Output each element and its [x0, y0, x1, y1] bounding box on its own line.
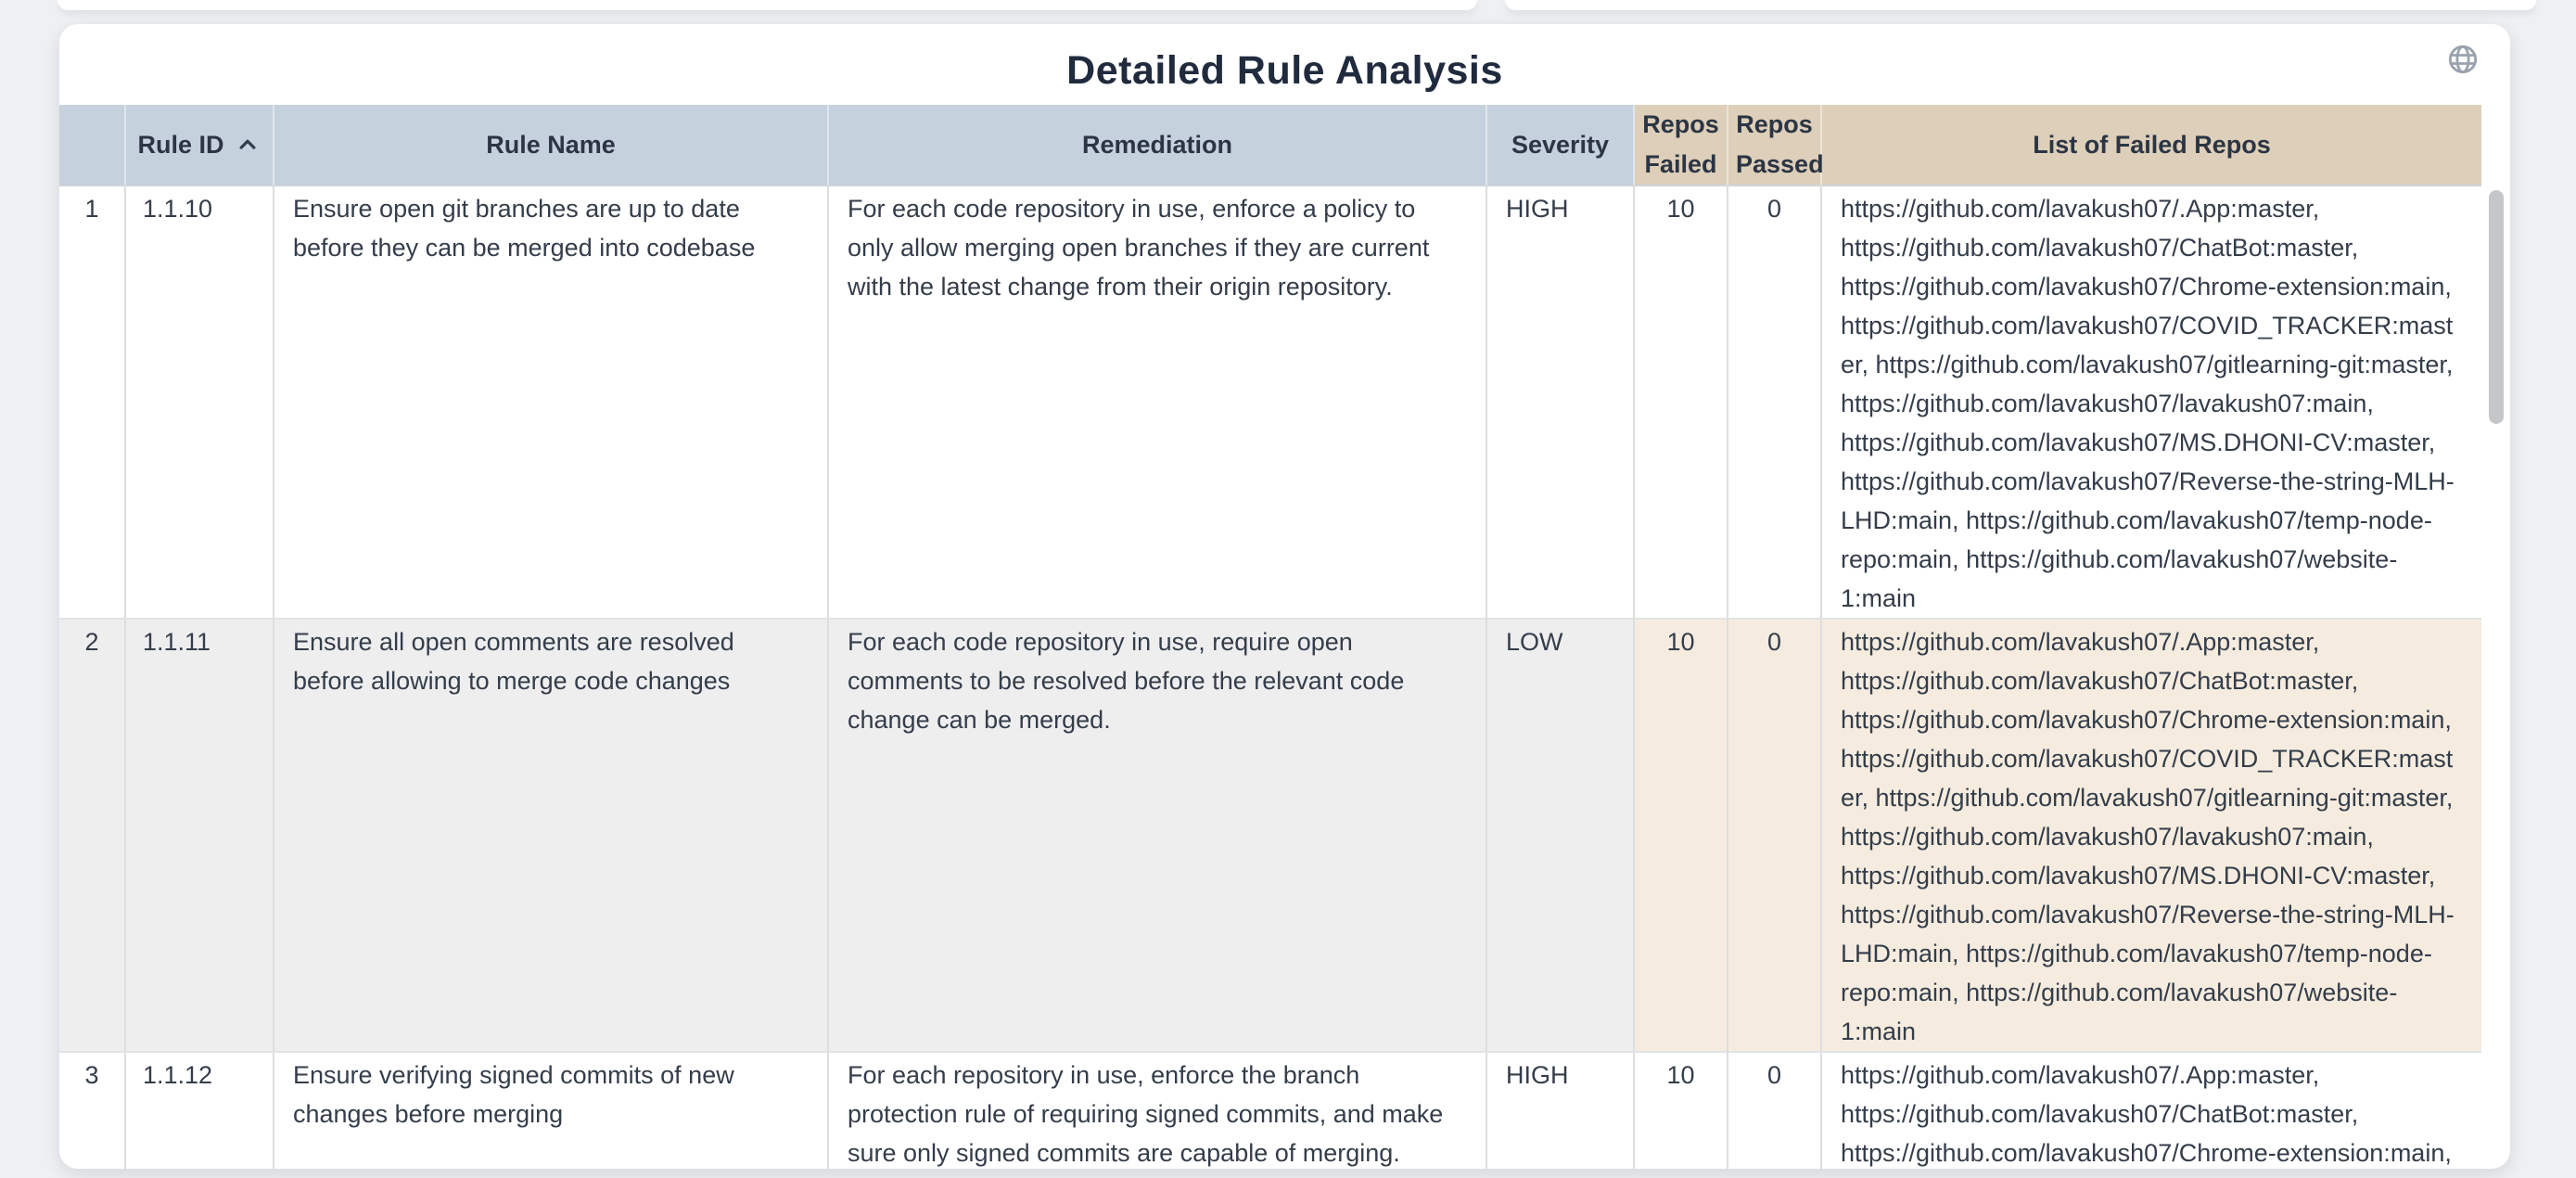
remediation-cell: For each code repository in use, require…: [829, 620, 1487, 1053]
rule-id-cell: 1.1.12: [126, 1053, 274, 1169]
header-rule-id[interactable]: Rule ID: [126, 105, 274, 186]
row-number: 2: [59, 620, 126, 1053]
header-remediation[interactable]: Remediation: [829, 105, 1487, 186]
detailed-rule-analysis-table: Rule ID Rule Name Remediation Severity R…: [59, 105, 2481, 1169]
repos-failed-cell: 10: [1635, 620, 1728, 1053]
repos-passed-cell: 0: [1728, 1053, 1822, 1169]
repos-failed-cell: 10: [1635, 186, 1728, 620]
header-list-of-failed-repos[interactable]: List of Failed Repos: [1822, 105, 2481, 186]
severity-cell: HIGH: [1487, 1053, 1635, 1169]
detailed-rule-analysis-card: Detailed Rule Analysis Rule ID: [59, 24, 2510, 1169]
rule-name-cell: Ensure verifying signed commits of new c…: [274, 1053, 829, 1169]
repos-passed-cell: 0: [1728, 620, 1822, 1053]
repos-failed-cell: 10: [1635, 1053, 1728, 1169]
header-repos-passed[interactable]: Repos Passed: [1728, 105, 1822, 186]
failed-repos-list-cell: https://github.com/lavakush07/.App:maste…: [1822, 1053, 2481, 1169]
header-severity[interactable]: Severity: [1487, 105, 1635, 186]
rule-id-cell: 1.1.11: [126, 620, 274, 1053]
page-title: Detailed Rule Analysis: [59, 24, 2510, 105]
remediation-cell: For each code repository in use, enforce…: [829, 186, 1487, 620]
rule-id-cell: 1.1.10: [126, 186, 274, 620]
table-header-row: Rule ID Rule Name Remediation Severity R…: [59, 105, 2481, 186]
remediation-cell: For each repository in use, enforce the …: [829, 1053, 1487, 1169]
severity-cell: LOW: [1487, 620, 1635, 1053]
row-number: 3: [59, 1053, 126, 1169]
table-row: 3 1.1.12 Ensure verifying signed commits…: [59, 1053, 2481, 1169]
row-number: 1: [59, 186, 126, 620]
failed-repos-list-cell: https://github.com/lavakush07/.App:maste…: [1822, 186, 2481, 620]
header-rule-name[interactable]: Rule Name: [274, 105, 829, 186]
header-row-number: [59, 105, 126, 186]
repos-passed-cell: 0: [1728, 186, 1822, 620]
globe-icon[interactable]: [2445, 43, 2480, 78]
header-rule-id-label: Rule ID: [137, 125, 223, 165]
failed-repos-list-cell: https://github.com/lavakush07/.App:maste…: [1822, 620, 2481, 1053]
card-above-left-edge: [57, 0, 1477, 10]
header-repos-failed[interactable]: Repos Failed: [1635, 105, 1728, 186]
table-row: 2 1.1.11 Ensure all open comments are re…: [59, 620, 2481, 1053]
severity-cell: HIGH: [1487, 186, 1635, 620]
sort-ascending-caret-icon: [234, 131, 261, 159]
table-row: 1 1.1.10 Ensure open git branches are up…: [59, 186, 2481, 620]
card-above-right-edge: [1505, 0, 2536, 10]
rule-name-cell: Ensure all open comments are resolved be…: [274, 620, 829, 1053]
rule-name-cell: Ensure open git branches are up to date …: [274, 186, 829, 620]
vertical-scrollbar-thumb[interactable]: [2489, 190, 2504, 424]
page-background: Detailed Rule Analysis Rule ID: [0, 0, 2576, 1178]
